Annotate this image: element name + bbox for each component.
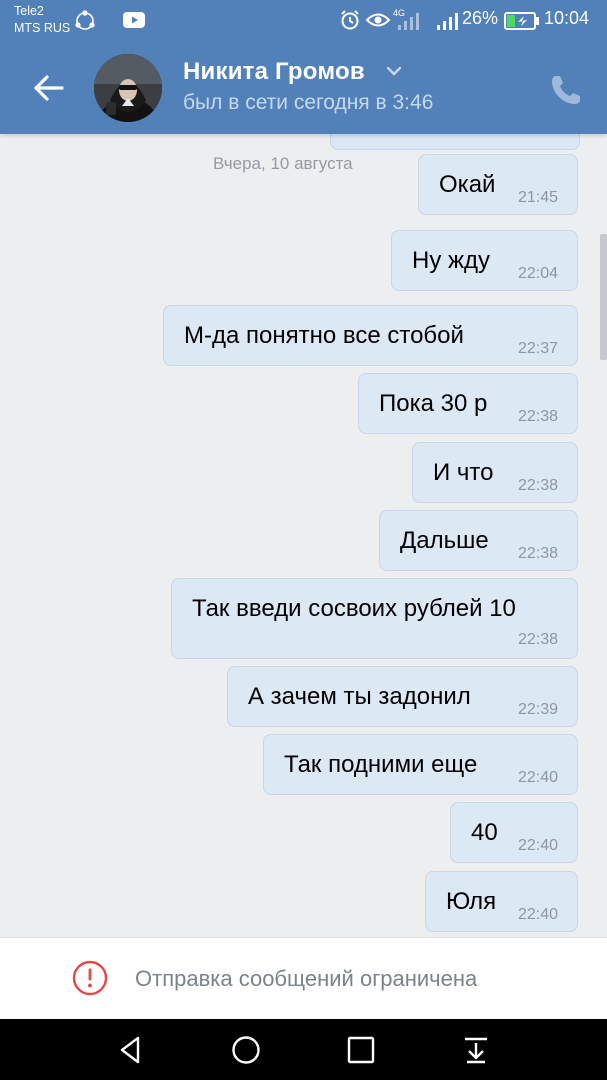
- message-time: 22:04: [517, 265, 558, 282]
- alarm-icon: [341, 10, 359, 30]
- message-bubble[interactable]: И что 22:38: [412, 442, 578, 503]
- notification-pull-icon[interactable]: [459, 1033, 493, 1067]
- chat-toolbar: Никита Громов был в сети сегодня в 3:46: [0, 42, 607, 134]
- message-text: А зачем ты задонил: [248, 683, 471, 710]
- message-text: Так введи сосвоих рублей 10: [192, 595, 516, 622]
- message-bubble[interactable]: 40 22:40: [450, 802, 578, 863]
- message-time: 22:40: [517, 837, 558, 854]
- message-time: 22:38: [517, 545, 558, 562]
- status-bar: Tele2 MTS RUS 4G 26% 10:04: [0, 0, 607, 42]
- message-time: 22:40: [517, 769, 558, 786]
- message-text: Юля: [446, 888, 497, 915]
- share-icon: [75, 10, 95, 30]
- contact-last-seen: был в сети сегодня в 3:46: [183, 91, 434, 114]
- signal-icon: [437, 13, 458, 30]
- message-list[interactable]: Вчера, 10 августа Окай 21:45 Ну жду 22:0…: [0, 134, 607, 937]
- message-bubble[interactable]: Пока 30 р 22:38: [358, 373, 578, 434]
- home-circle-icon[interactable]: [229, 1033, 263, 1067]
- message-time: 21:45: [517, 189, 558, 206]
- restriction-banner: Отправка сообщений ограничена: [0, 937, 607, 1020]
- date-separator: Вчера, 10 августа: [213, 154, 353, 173]
- message-text: И что: [433, 459, 494, 486]
- eye-icon: [366, 13, 390, 27]
- carrier-1-label: Tele2: [14, 4, 44, 18]
- message-text: Дальше: [400, 527, 489, 554]
- phone-icon[interactable]: [548, 72, 584, 108]
- message-time: 22:37: [517, 340, 558, 357]
- top-app-bar: Tele2 MTS RUS 4G 26% 10:04 Никита Громов…: [0, 0, 607, 134]
- message-time: 22:38: [517, 631, 558, 648]
- restriction-text: Отправка сообщений ограничена: [135, 966, 478, 991]
- back-triangle-icon[interactable]: [114, 1033, 148, 1067]
- message-text: 40: [471, 819, 498, 846]
- message-text: Так подними еще: [284, 751, 478, 778]
- message-bubble[interactable]: Юля 22:40: [425, 871, 578, 932]
- message-time: 22:40: [517, 906, 558, 923]
- message-bubble[interactable]: Так подними еще 22:40: [263, 734, 578, 795]
- message-bubble[interactable]: Ну жду 22:04: [391, 230, 578, 291]
- message-time: 22:38: [517, 408, 558, 425]
- message-bubble[interactable]: Окай 21:45: [418, 154, 578, 215]
- chevron-down-icon[interactable]: [384, 64, 404, 78]
- carrier-2-label: MTS RUS: [14, 21, 71, 35]
- back-arrow-icon[interactable]: [22, 68, 74, 108]
- message-bubble[interactable]: М-да понятно все стобой 22:37: [163, 305, 578, 366]
- system-nav-bar: [0, 1019, 607, 1080]
- clock: 10:04: [544, 8, 590, 28]
- alert-circle-icon: [72, 960, 108, 996]
- youtube-icon: [123, 12, 145, 28]
- contact-name[interactable]: Никита Громов: [183, 58, 365, 86]
- signal-icon: [398, 13, 419, 30]
- scrollbar[interactable]: [600, 234, 607, 360]
- message-bubble: [330, 134, 580, 150]
- message-bubble[interactable]: А зачем ты задонил 22:39: [227, 666, 578, 727]
- avatar[interactable]: [94, 54, 162, 122]
- battery-percent: 26%: [462, 8, 499, 28]
- message-bubble[interactable]: Так введи сосвоих рублей 10 22:38: [171, 578, 578, 659]
- message-text: Окай: [439, 171, 496, 198]
- message-bubble[interactable]: Дальше 22:38: [379, 510, 578, 571]
- message-text: Пока 30 р: [379, 390, 488, 417]
- avatar-image: [94, 54, 162, 122]
- recents-square-icon[interactable]: [344, 1033, 378, 1067]
- message-time: 22:38: [517, 477, 558, 494]
- message-text: М-да понятно все стобой: [184, 322, 464, 349]
- message-text: Ну жду: [412, 247, 491, 274]
- message-time: 22:39: [517, 701, 558, 718]
- battery-icon: [504, 12, 539, 30]
